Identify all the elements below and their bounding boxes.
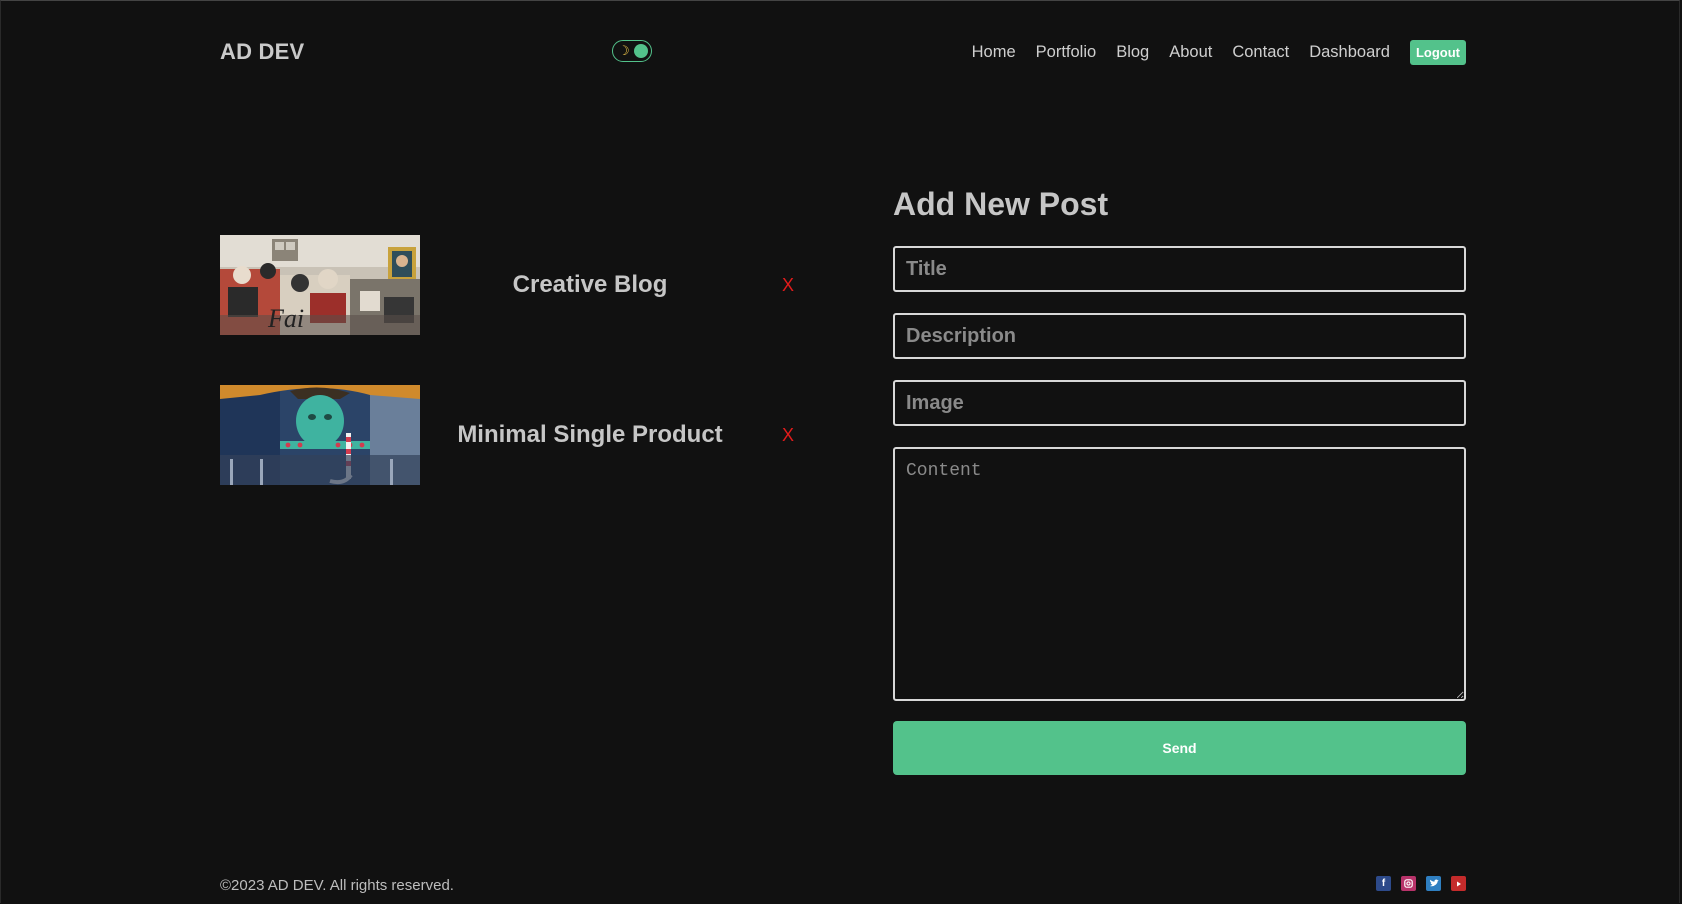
twitter-icon[interactable]	[1426, 876, 1441, 891]
toggle-knob	[634, 44, 648, 58]
title-input[interactable]	[893, 246, 1466, 292]
nav-blog[interactable]: Blog	[1116, 43, 1149, 62]
post-title[interactable]: Minimal Single Product	[420, 385, 760, 485]
logout-button[interactable]: Logout	[1409, 39, 1466, 65]
send-button[interactable]: Send	[893, 721, 1466, 775]
youtube-icon[interactable]	[1451, 876, 1466, 891]
page-container: AD DEV ☽ Home Portfolio Blog About Conta…	[220, 1, 1466, 903]
site-header: AD DEV ☽ Home Portfolio Blog About Conta…	[220, 35, 1466, 69]
site-footer: ©2023 AD DEV. All rights reserved. f	[220, 875, 1466, 895]
page-frame: AD DEV ☽ Home Portfolio Blog About Conta…	[0, 0, 1680, 903]
description-input[interactable]	[893, 313, 1466, 359]
new-post-form: Add New Post Send	[893, 184, 1466, 775]
nav-home[interactable]: Home	[972, 43, 1016, 62]
nav-contact[interactable]: Contact	[1232, 43, 1289, 62]
post-item: Fai Creative Blog X	[220, 235, 800, 335]
post-thumbnail-creative-blog: Fai	[220, 235, 420, 335]
content-textarea[interactable]	[893, 447, 1466, 701]
instagram-icon[interactable]	[1401, 876, 1416, 891]
site-logo[interactable]: AD DEV	[220, 39, 304, 65]
post-title[interactable]: Creative Blog	[420, 235, 760, 335]
post-thumbnail-minimal-single-product	[220, 385, 420, 485]
moon-icon: ☽	[618, 43, 630, 58]
form-heading: Add New Post	[893, 186, 1109, 222]
main-nav: Home Portfolio Blog About Contact Dashbo…	[972, 35, 1466, 69]
posts-list: Fai Creative Blog X Minimal Single Produ…	[220, 235, 800, 535]
delete-post-button[interactable]: X	[782, 275, 794, 296]
nav-dashboard[interactable]: Dashboard	[1309, 43, 1390, 62]
nav-portfolio[interactable]: Portfolio	[1036, 43, 1097, 62]
nav-about[interactable]: About	[1169, 43, 1212, 62]
image-input[interactable]	[893, 380, 1466, 426]
social-links: f	[1366, 876, 1466, 891]
post-item: Minimal Single Product X	[220, 385, 800, 485]
delete-post-button[interactable]: X	[782, 425, 794, 446]
facebook-icon[interactable]: f	[1376, 876, 1391, 891]
dark-mode-toggle[interactable]: ☽	[612, 40, 652, 62]
svg-text:Fai: Fai	[267, 304, 304, 333]
copyright-text: ©2023 AD DEV. All rights reserved.	[220, 877, 454, 894]
